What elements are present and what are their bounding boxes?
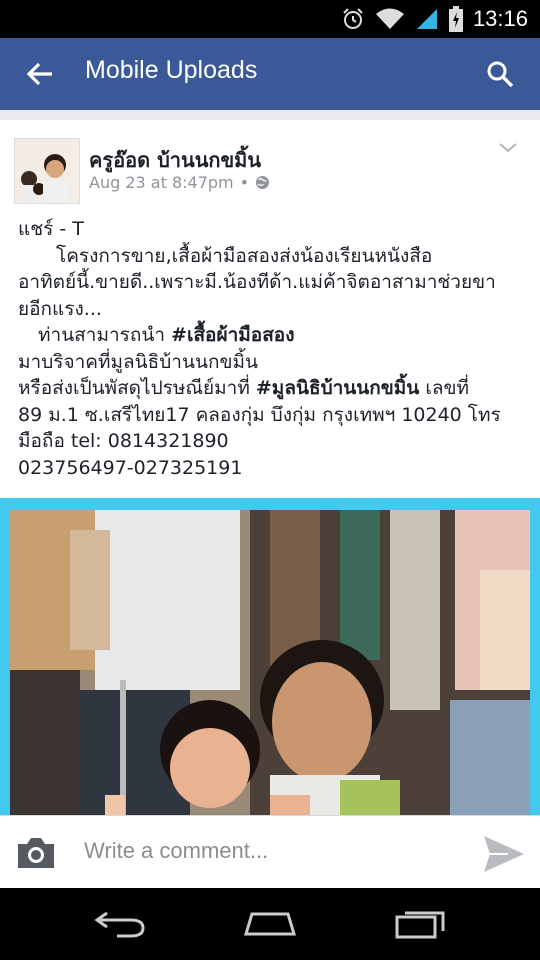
alarm-icon <box>343 8 363 29</box>
post-line: หรือส่งเป็นพัสดุไปรษณีย์มาที่ #มูลนิธิบ้… <box>18 375 524 402</box>
search-icon <box>487 61 514 88</box>
page-title: Mobile Uploads <box>85 56 258 84</box>
app-bar: Mobile Uploads <box>0 38 540 110</box>
post-meta: Aug 23 at 8:47pm • <box>89 173 270 192</box>
camera-button[interactable] <box>16 836 56 870</box>
back-arrow-icon <box>26 62 52 86</box>
system-nav-bar <box>0 888 540 960</box>
nav-recents-button[interactable] <box>390 906 450 942</box>
post-line: มือถือ tel: 0814321890 <box>18 430 229 452</box>
hashtag-link[interactable]: #มูลนิธิบ้านนกขมิ้น <box>256 377 419 399</box>
post-timestamp[interactable]: Aug 23 at 8:47pm <box>89 173 234 192</box>
post-line: 023756497-027325191 <box>18 456 243 479</box>
post-line: 89 ม.1 ซ.เสรีไทย17 คลองกุ่ม บึงกุ่ม กรุง… <box>18 403 501 426</box>
send-button[interactable] <box>482 834 526 874</box>
comment-input[interactable]: Write a comment... <box>84 838 268 864</box>
status-icons: 13:16 <box>341 0 528 38</box>
back-icon <box>94 911 145 938</box>
post-line: มาบริจาคที่มูลนิธิบ้านนกขมิ้น <box>18 350 258 373</box>
post-photo[interactable] <box>10 510 530 820</box>
photo-image <box>10 510 530 820</box>
recents-icon <box>395 911 445 939</box>
globe-icon <box>255 175 270 190</box>
back-button[interactable] <box>20 54 60 94</box>
post-card: ครูอ๊อด บ้านนกขมิ้น Aug 23 at 8:47pm • แ… <box>0 120 540 820</box>
post-text-segment: หรือส่งเป็นพัสดุไปรษณีย์มาที่ <box>18 377 256 399</box>
post-line: ยอีกแรง... <box>18 297 102 320</box>
chevron-down-icon <box>499 143 517 153</box>
send-icon <box>484 836 524 872</box>
status-bar: 13:16 <box>0 0 540 38</box>
nav-back-button[interactable] <box>90 906 150 942</box>
post-line: อาทิตย์นี้.ขายดี..เพราะมี.น้องทีด้า.แม่ค… <box>18 271 496 293</box>
search-button[interactable] <box>480 54 520 94</box>
post-photo-frame <box>0 498 540 820</box>
post-line: แชร์ - T <box>18 218 84 240</box>
wifi-icon <box>375 8 404 29</box>
nav-home-button[interactable] <box>240 906 300 942</box>
battery-icon <box>448 6 463 32</box>
post-line: ท่านสามารถนำ #เสื้อผ้ามือสอง <box>18 322 524 349</box>
hashtag-link[interactable]: #เสื้อผ้ามือสอง <box>171 324 294 346</box>
post-text-segment: ท่านสามารถนำ <box>38 324 172 346</box>
post-text-segment: เลขที่ <box>419 377 469 399</box>
signal-icon <box>416 9 437 29</box>
post-text: แชร์ - T โครงการขาย,เสื้อผ้ามือสองส่งน้อ… <box>18 216 524 481</box>
camera-icon <box>18 838 54 868</box>
comment-bar: Write a comment... <box>0 815 540 889</box>
avatar-photo <box>15 139 79 203</box>
avatar[interactable] <box>14 138 80 204</box>
home-icon <box>243 912 297 936</box>
post-author[interactable]: ครูอ๊อด บ้านนกขมิ้น <box>89 144 261 176</box>
post-options-button[interactable] <box>496 138 520 158</box>
status-time: 13:16 <box>472 6 528 31</box>
meta-separator: • <box>239 173 250 192</box>
post-line: โครงการขาย,เสื้อผ้ามือสองส่งน้องเรียนหนั… <box>56 244 433 267</box>
